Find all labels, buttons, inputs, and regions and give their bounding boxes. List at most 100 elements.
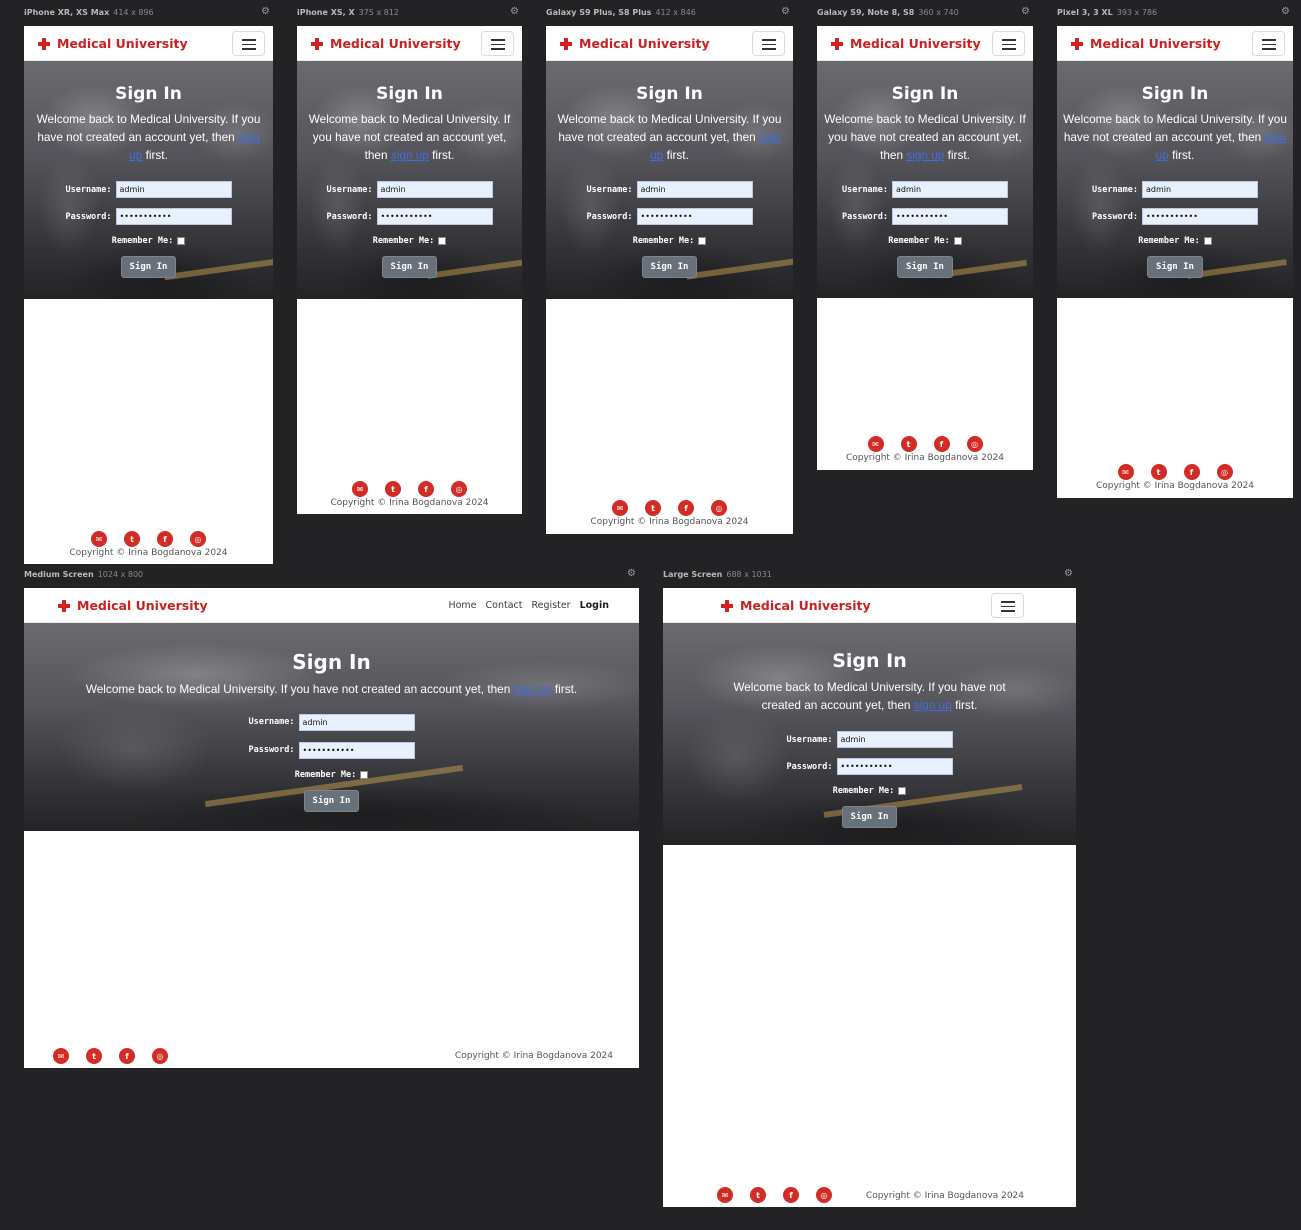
navbar: Medical University bbox=[817, 26, 1033, 61]
facebook-icon[interactable]: f bbox=[783, 1187, 799, 1203]
password-input[interactable] bbox=[298, 741, 415, 759]
menu-toggle-button[interactable] bbox=[1252, 31, 1285, 56]
gear-icon[interactable]: ⚙ bbox=[781, 6, 790, 17]
envelope-icon[interactable]: ✉ bbox=[867, 436, 884, 452]
username-input[interactable] bbox=[115, 181, 232, 198]
password-input[interactable] bbox=[376, 208, 493, 225]
menu-toggle-button[interactable] bbox=[991, 593, 1024, 618]
navbar: Medical University bbox=[24, 26, 273, 61]
facebook-icon[interactable]: f bbox=[119, 1048, 135, 1064]
twitter-icon[interactable]: t bbox=[645, 500, 661, 516]
password-input[interactable] bbox=[836, 758, 953, 775]
username-input[interactable] bbox=[298, 713, 415, 731]
menu-toggle-button[interactable] bbox=[992, 31, 1025, 56]
username-label: Username: bbox=[326, 184, 373, 195]
gear-icon[interactable]: ⚙ bbox=[1021, 6, 1030, 17]
instagram-icon[interactable]: ◎ bbox=[711, 500, 727, 516]
copyright-text: Copyright © Irina Bogdanova 2024 bbox=[865, 1191, 1024, 1201]
menu-toggle-button[interactable] bbox=[481, 31, 514, 56]
intro-text: Welcome back to Medical University. If y… bbox=[85, 682, 578, 696]
page-title: Sign In bbox=[832, 650, 907, 672]
envelope-icon[interactable]: ✉ bbox=[612, 500, 628, 516]
facebook-icon[interactable]: f bbox=[1183, 464, 1200, 480]
menu-toggle-button[interactable] bbox=[232, 31, 265, 56]
nav-link-contact[interactable]: Contact bbox=[486, 600, 523, 611]
sign-up-link[interactable]: sign up bbox=[514, 682, 552, 696]
facebook-icon[interactable]: f bbox=[418, 481, 434, 497]
sign-up-link[interactable]: sign up bbox=[914, 698, 952, 712]
sign-in-button[interactable]: Sign In bbox=[381, 256, 438, 278]
hero-section: Sign In Welcome back to Medical Universi… bbox=[663, 623, 1076, 845]
sign-in-button[interactable]: Sign In bbox=[641, 256, 698, 278]
remember-me-checkbox[interactable] bbox=[438, 237, 447, 245]
intro-text: Welcome back to Medical University. If y… bbox=[308, 112, 511, 162]
password-input[interactable] bbox=[1142, 208, 1259, 225]
remember-me-checkbox[interactable] bbox=[953, 237, 962, 245]
hero-section: Sign In Welcome back to Medical Universi… bbox=[817, 61, 1033, 298]
navbar: Medical University Home Contact Register… bbox=[24, 588, 639, 623]
gear-icon[interactable]: ⚙ bbox=[1064, 568, 1073, 579]
gear-icon[interactable]: ⚙ bbox=[510, 6, 519, 17]
twitter-icon[interactable]: t bbox=[1150, 464, 1167, 480]
gear-icon[interactable]: ⚙ bbox=[627, 568, 636, 579]
nav-link-login[interactable]: Login bbox=[580, 600, 609, 611]
sign-in-button[interactable]: Sign In bbox=[120, 256, 177, 278]
instagram-icon[interactable]: ◎ bbox=[816, 1187, 832, 1203]
envelope-icon[interactable]: ✉ bbox=[352, 481, 368, 497]
sign-in-button[interactable]: Sign In bbox=[303, 790, 360, 812]
username-input[interactable] bbox=[836, 731, 953, 748]
password-input[interactable] bbox=[115, 208, 232, 225]
nav-link-home[interactable]: Home bbox=[448, 600, 476, 611]
username-input[interactable] bbox=[892, 181, 1009, 198]
brand-logo[interactable]: Medical University bbox=[311, 26, 461, 61]
instagram-icon[interactable]: ◎ bbox=[190, 531, 206, 547]
twitter-icon[interactable]: t bbox=[385, 481, 401, 497]
envelope-icon[interactable]: ✉ bbox=[717, 1187, 733, 1203]
remember-me-checkbox[interactable] bbox=[898, 787, 907, 795]
sign-up-link[interactable]: sign up bbox=[906, 148, 944, 162]
brand-logo[interactable]: Medical University bbox=[1071, 26, 1221, 61]
username-input[interactable] bbox=[1142, 181, 1259, 198]
sign-in-panel: Sign In Welcome back to Medical Universi… bbox=[24, 650, 639, 812]
twitter-icon[interactable]: t bbox=[750, 1187, 766, 1203]
brand-logo[interactable]: Medical University bbox=[560, 26, 710, 61]
username-input[interactable] bbox=[376, 181, 493, 198]
sign-in-button[interactable]: Sign In bbox=[841, 806, 898, 828]
sign-in-button[interactable]: Sign In bbox=[897, 256, 953, 278]
instagram-icon[interactable]: ◎ bbox=[1216, 464, 1233, 480]
sign-up-link[interactable]: sign up bbox=[391, 148, 429, 162]
twitter-icon[interactable]: t bbox=[86, 1048, 102, 1064]
twitter-icon[interactable]: t bbox=[900, 436, 917, 452]
password-input[interactable] bbox=[892, 208, 1009, 225]
instagram-icon[interactable]: ◎ bbox=[451, 481, 467, 497]
password-input[interactable] bbox=[636, 208, 753, 225]
envelope-icon[interactable]: ✉ bbox=[1117, 464, 1134, 480]
sign-in-panel: Sign In Welcome back to Medical Universi… bbox=[1057, 84, 1293, 278]
brand-logo[interactable]: Medical University bbox=[38, 26, 188, 61]
medical-cross-icon bbox=[38, 37, 50, 50]
twitter-icon[interactable]: t bbox=[124, 531, 140, 547]
brand-logo[interactable]: Medical University bbox=[721, 588, 871, 623]
envelope-icon[interactable]: ✉ bbox=[91, 531, 107, 547]
menu-toggle-button[interactable] bbox=[752, 31, 785, 56]
remember-me-checkbox[interactable] bbox=[698, 237, 707, 245]
medical-cross-icon bbox=[58, 599, 70, 612]
nav-link-register[interactable]: Register bbox=[531, 600, 570, 611]
remember-me-checkbox[interactable] bbox=[1203, 237, 1212, 245]
copyright-text: Copyright © Irina Bogdanova 2024 bbox=[330, 498, 489, 508]
instagram-icon[interactable]: ◎ bbox=[966, 436, 983, 452]
username-input[interactable] bbox=[636, 181, 753, 198]
sign-in-button[interactable]: Sign In bbox=[1147, 256, 1203, 278]
gear-icon[interactable]: ⚙ bbox=[1281, 6, 1290, 17]
facebook-icon[interactable]: f bbox=[157, 531, 173, 547]
brand-logo[interactable]: Medical University bbox=[58, 588, 208, 623]
facebook-icon[interactable]: f bbox=[678, 500, 694, 516]
gear-icon[interactable]: ⚙ bbox=[261, 6, 270, 17]
facebook-icon[interactable]: f bbox=[933, 436, 950, 452]
remember-me-checkbox[interactable] bbox=[177, 237, 186, 245]
remember-me-checkbox[interactable] bbox=[360, 771, 369, 779]
footer: ✉ t f ◎ Copyright © Irina Bogdanova 2024 bbox=[1057, 464, 1293, 491]
instagram-icon[interactable]: ◎ bbox=[152, 1048, 168, 1064]
envelope-icon[interactable]: ✉ bbox=[53, 1048, 69, 1064]
brand-logo[interactable]: Medical University bbox=[831, 26, 981, 61]
